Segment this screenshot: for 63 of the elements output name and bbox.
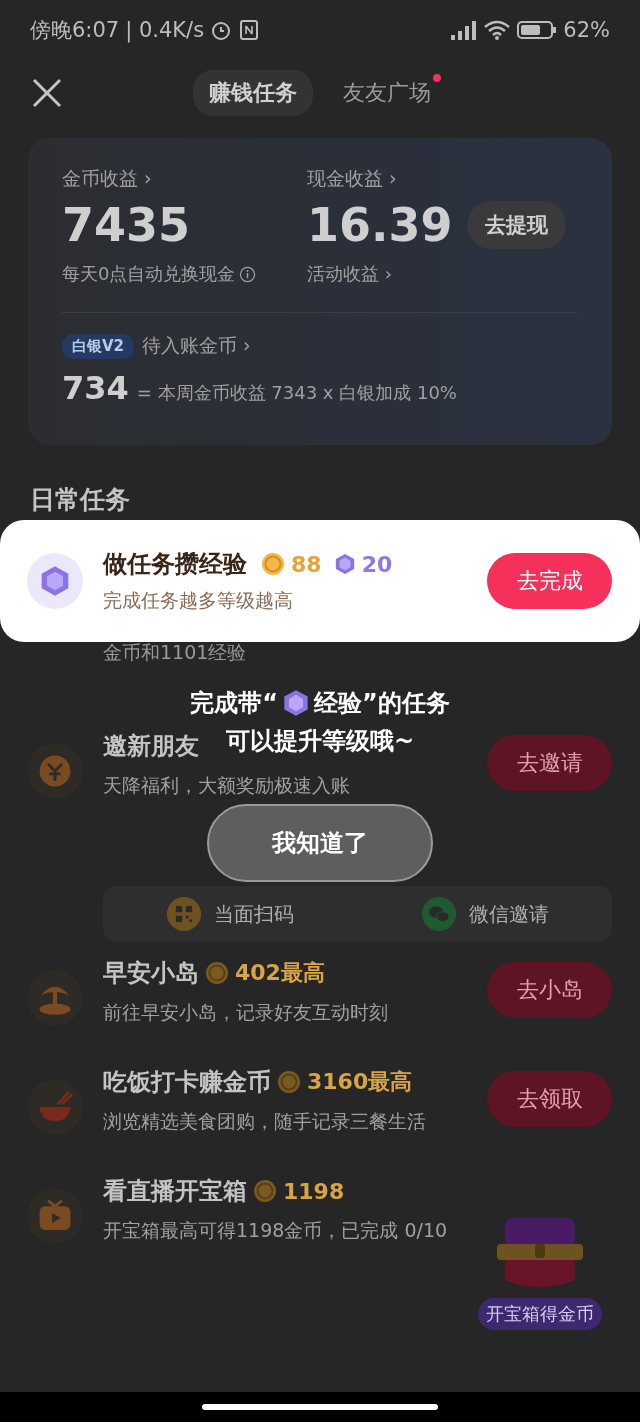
got-it-button[interactable]: 我知道了 — [207, 804, 433, 882]
battery-percent: 62% — [563, 18, 610, 42]
tab[interactable]: 友友广场 — [327, 69, 447, 116]
wechat-icon — [420, 896, 457, 932]
signal-icon — [449, 19, 478, 41]
coin-icon — [261, 552, 285, 576]
cash-earnings-link[interactable]: 现金收益 › — [307, 167, 397, 189]
withdraw-button[interactable]: 去提现 — [466, 201, 566, 249]
coin-balance: 7435 — [62, 197, 192, 254]
invite-task-icon — [27, 743, 83, 799]
bonus-formula: = 本周金币收益 7343 x 白银加成 10% — [136, 381, 457, 405]
coin-icon — [205, 961, 229, 985]
meal-task-icon — [27, 1079, 83, 1135]
section-title: 日常任务 — [29, 484, 131, 516]
battery-icon — [517, 19, 558, 41]
close-icon[interactable] — [30, 76, 64, 110]
task-button[interactable]: 去领取 — [487, 1071, 612, 1127]
task-title: 邀新朋友 — [103, 731, 199, 761]
task-title: 看直播开宝箱 — [103, 1176, 247, 1206]
task-title: 吃饭打卡赚金币 — [103, 1067, 271, 1097]
info-icon[interactable] — [239, 265, 257, 283]
coin-icon — [277, 1070, 301, 1094]
coin-reward: 402最高 — [235, 959, 325, 987]
level-badge: 白银V2 — [62, 333, 135, 359]
status-time: 傍晚6:07 — [30, 17, 120, 44]
task-title: 早安小岛 — [103, 958, 199, 988]
chest-label[interactable]: 开宝箱得金币 — [478, 1298, 602, 1330]
alarm-icon — [210, 19, 233, 41]
share-option[interactable]: 当面扫码 — [103, 886, 358, 942]
coin-earnings-link[interactable]: 金币收益 › — [62, 167, 152, 189]
qr-code-icon — [166, 896, 203, 932]
nfc-icon — [238, 19, 261, 41]
task-button[interactable]: 去小岛 — [487, 962, 612, 1018]
task-description: 天降福利，大额奖励极速入账 — [103, 773, 351, 798]
task-button[interactable]: 去邀请 — [487, 735, 612, 791]
task-description: 浏览精选美食团购，随手记录三餐生活 — [103, 1109, 427, 1134]
cash-balance: 16.39 — [307, 197, 453, 254]
tab[interactable]: 赚钱任务 — [193, 69, 313, 116]
activity-earnings-link[interactable]: 活动收益 › — [307, 262, 392, 286]
exp-reward: 20 — [361, 551, 393, 577]
island-task-icon — [27, 970, 83, 1026]
guide-text: 可以提升等级哦~ — [225, 726, 415, 757]
coin-note: 每天0点自动兑换现金 — [62, 262, 236, 286]
pending-coins-link[interactable]: 待入账金币 › — [142, 333, 251, 359]
task-description: 完成任务越多等级越高 — [103, 588, 294, 613]
guide-text: 完成带“ 经验”的任务 — [190, 688, 450, 719]
complete-button[interactable]: 去完成 — [487, 553, 612, 609]
coin-reward: 88 — [291, 551, 322, 577]
live-task-icon — [27, 1188, 83, 1244]
coin-reward: 3160最高 — [307, 1068, 413, 1096]
task-title: 做任务攒经验 — [103, 549, 247, 580]
hexagon-icon — [39, 565, 71, 597]
wifi-icon — [483, 19, 512, 41]
task-description: 金币和1101经验 — [103, 641, 247, 663]
coin-icon — [253, 1179, 277, 1203]
coin-reward: 1198 — [283, 1178, 345, 1204]
hexagon-icon — [333, 553, 356, 575]
task-description: 前往早安小岛，记录好友互动时刻 — [103, 1000, 389, 1025]
share-option[interactable]: 微信邀请 — [357, 886, 612, 942]
pending-coins: 734 — [62, 369, 129, 407]
task-description: 开宝箱最高可得1198金币，已完成 0/10 — [103, 1218, 449, 1243]
hexagon-icon — [282, 689, 310, 717]
network-speed: | 0.4K/s — [125, 18, 205, 42]
